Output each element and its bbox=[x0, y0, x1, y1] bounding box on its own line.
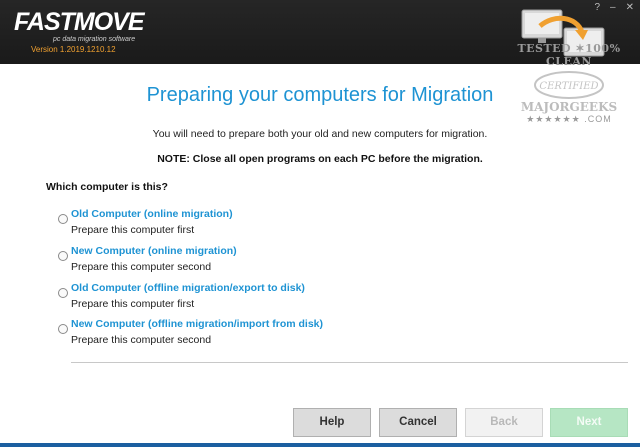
app-tagline: pc data migration software bbox=[53, 36, 136, 43]
radio-new-online[interactable] bbox=[58, 251, 68, 261]
help-button[interactable]: Help bbox=[293, 408, 371, 437]
logo-move: MOVE bbox=[73, 8, 145, 36]
option-title[interactable]: Old Computer (offline migration/export t… bbox=[71, 282, 305, 294]
minimize-icon[interactable]: – bbox=[610, 2, 616, 13]
option-subtitle: Prepare this computer first bbox=[71, 298, 195, 310]
option-subtitle: Prepare this computer first bbox=[71, 224, 195, 236]
option-title[interactable]: Old Computer (online migration) bbox=[71, 208, 233, 220]
bottom-accent-bar bbox=[0, 443, 640, 447]
close-icon[interactable]: ✕ bbox=[626, 2, 634, 13]
option-title[interactable]: New Computer (online migration) bbox=[71, 245, 237, 257]
logo-fast: FAST bbox=[14, 8, 75, 36]
option-title[interactable]: New Computer (offline migration/import f… bbox=[71, 318, 323, 330]
window-controls: ? – ✕ bbox=[594, 2, 634, 13]
back-button[interactable]: Back bbox=[465, 408, 543, 437]
radio-new-offline[interactable] bbox=[58, 324, 68, 334]
cancel-button[interactable]: Cancel bbox=[379, 408, 457, 437]
option-subtitle: Prepare this computer second bbox=[71, 261, 212, 273]
option-subtitle: Prepare this computer second bbox=[71, 334, 212, 346]
divider bbox=[71, 362, 628, 363]
page-title: Preparing your computers for Migration bbox=[146, 84, 494, 106]
app-logo: FASTMOVE bbox=[14, 8, 145, 37]
question-label: Which computer is this? bbox=[46, 181, 168, 193]
radio-old-offline[interactable] bbox=[58, 288, 68, 298]
installer-window: FASTMOVE pc data migration software Vers… bbox=[0, 0, 640, 447]
note-text: NOTE: Close all open programs on each PC… bbox=[157, 153, 483, 165]
watermark-top-text: TESTED ✶100% CLEAN bbox=[517, 42, 621, 68]
radio-old-online[interactable] bbox=[58, 214, 68, 224]
next-button[interactable]: Next bbox=[550, 408, 628, 437]
watermark-bottom-text: ★★★★★★ .COM bbox=[526, 114, 612, 124]
intro-text: You will need to prepare both your old a… bbox=[152, 128, 488, 140]
app-version: Version 1.2019.1210.12 bbox=[31, 45, 116, 54]
help-icon[interactable]: ? bbox=[594, 2, 600, 13]
